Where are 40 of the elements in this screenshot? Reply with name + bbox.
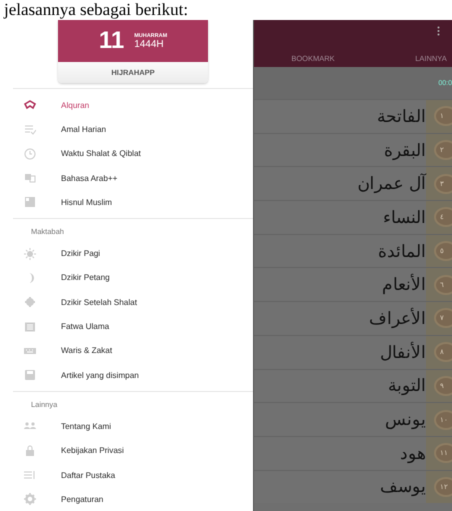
surah-name: البقرة	[384, 140, 426, 161]
menu-item[interactable]: Pengaturan	[13, 487, 253, 511]
menu-item[interactable]: Waris & Zakat	[13, 338, 253, 363]
surah-name: هود	[400, 442, 426, 464]
document-icon	[24, 320, 36, 333]
day-number: 11	[98, 27, 124, 55]
translate-icon	[24, 172, 36, 184]
image-icon	[24, 196, 36, 208]
menu-item[interactable]: Daftar Pustaka	[13, 462, 253, 488]
more-options-icon[interactable]	[437, 26, 440, 36]
clock-icon	[24, 148, 36, 160]
menu-item[interactable]: Fatwa Ulama	[13, 314, 253, 339]
surah-name: يونس	[385, 409, 426, 430]
menu-item[interactable]: Waktu Shalat & Qiblat	[13, 142, 253, 166]
menu-item[interactable]: Dzikir Petang	[13, 266, 253, 290]
save-icon	[24, 369, 36, 382]
surah-name: الأنعام	[382, 274, 426, 296]
surah-name: آل عمران	[358, 173, 426, 194]
surah-name: الأنفال	[380, 342, 426, 363]
surah-name: المائدة	[378, 240, 426, 262]
menu-item[interactable]: Dzikir Pagi	[13, 241, 253, 266]
menu-item[interactable]: Kebijakan Privasi	[13, 438, 253, 463]
list-icon	[24, 469, 36, 481]
lock-icon	[24, 444, 36, 457]
menu-item[interactable]: Amal Harian	[13, 117, 253, 142]
menu-item[interactable]: Hisnul Muslim	[13, 190, 253, 214]
menu-item[interactable]: Dzikir Setelah Shalat	[13, 290, 253, 314]
checklist-icon	[24, 123, 36, 136]
surah-name: النساء	[383, 206, 426, 228]
settings-icon	[24, 493, 36, 506]
menu-item[interactable]: Bahasa Arab++	[13, 166, 253, 190]
caption-text: jelasannya sebagai berikut:	[2, 0, 188, 20]
surah-name: الفاتحة	[377, 106, 426, 127]
year-label: 1444H	[134, 38, 165, 50]
surah-name: الأعراف	[369, 308, 426, 329]
menu-item[interactable]: Alquran	[13, 93, 253, 118]
menu-item[interactable]: Tentang Kami	[13, 414, 253, 439]
surah-name: التوبة	[388, 375, 426, 396]
surah-name: يوسف	[380, 476, 426, 498]
menu-item[interactable]: Artikel yang disimpan	[13, 362, 253, 388]
